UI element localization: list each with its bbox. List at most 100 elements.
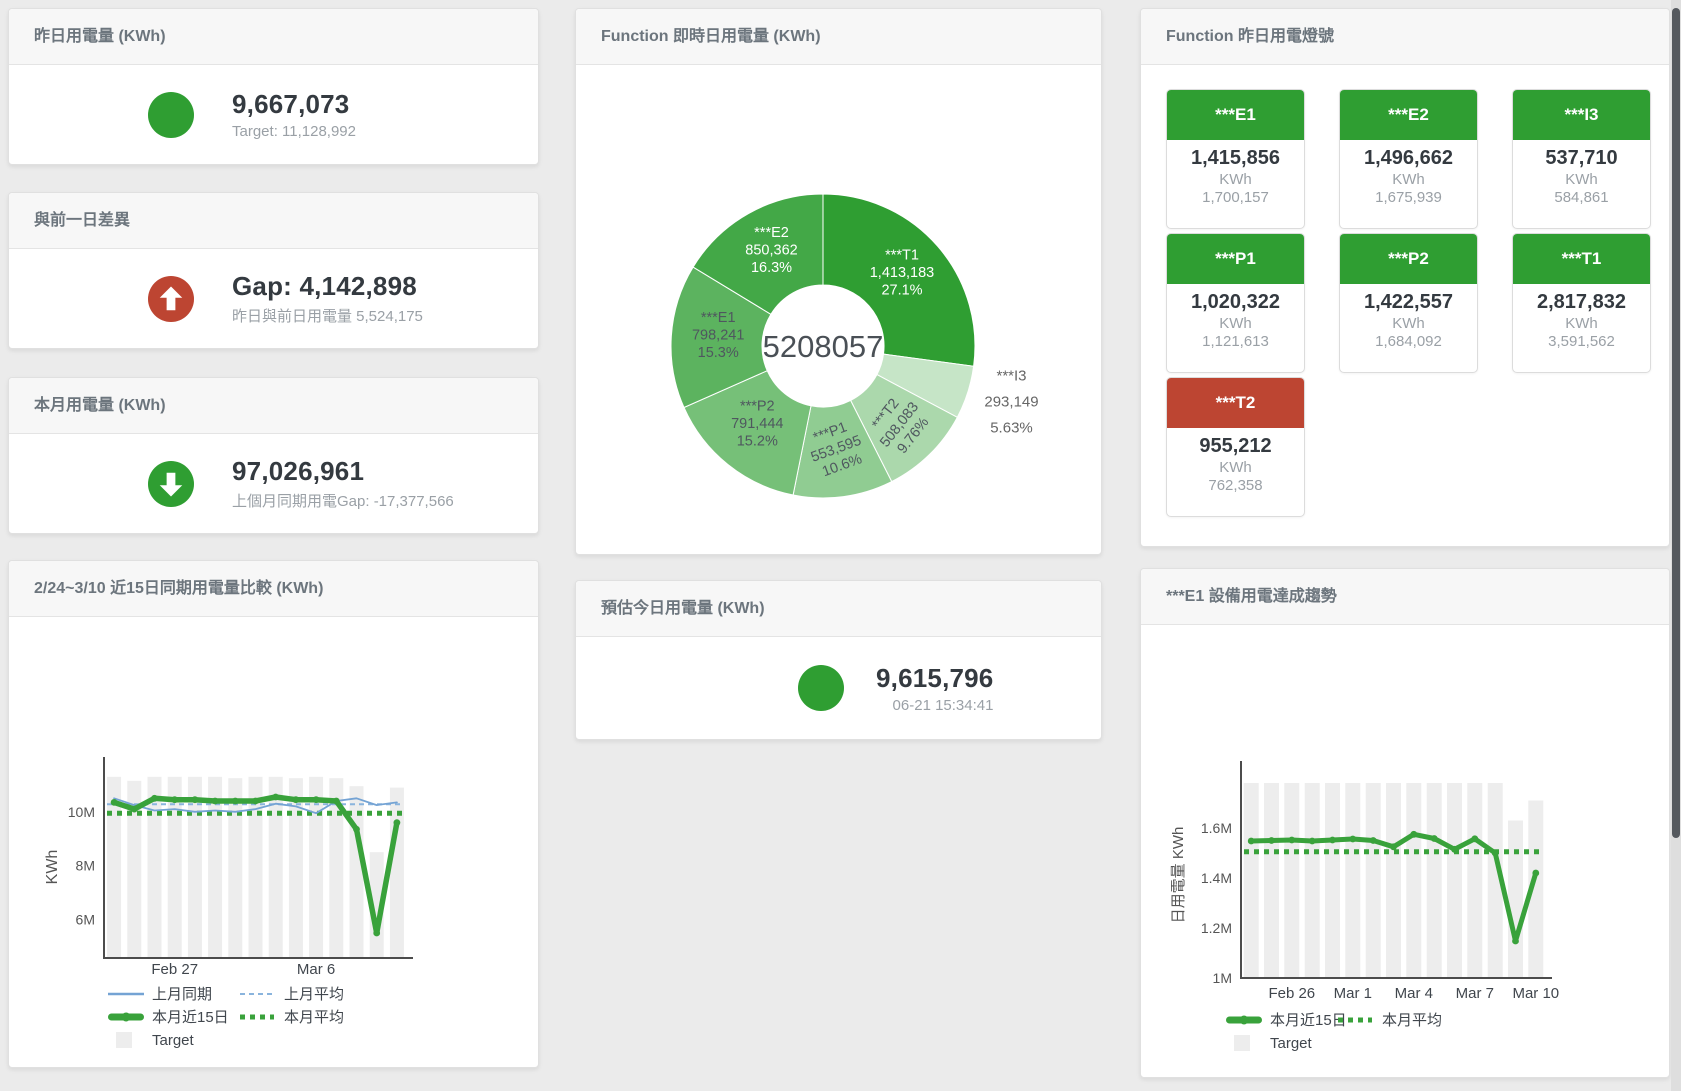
light-tile-target: 1,121,613 xyxy=(1167,333,1304,350)
light-tile-target: 584,861 xyxy=(1513,189,1650,206)
scrollbar-thumb[interactable] xyxy=(1672,8,1680,838)
light-tile-target: 3,591,562 xyxy=(1513,333,1650,350)
data-point xyxy=(1492,850,1499,857)
legend-item[interactable]: 本月平均 xyxy=(240,1009,344,1026)
x-tick: Mar 1 xyxy=(1334,985,1372,1002)
stat-yesterday: 9,667,073 Target: 11,128,992 xyxy=(9,65,538,164)
dashboard: 昨日用電量 (KWh) 9,667,073 Target: 11,128,992… xyxy=(0,0,1681,1091)
target-bar xyxy=(1345,783,1360,978)
legend-item[interactable]: 上月平均 xyxy=(240,986,344,1003)
arrow-up-icon xyxy=(148,276,194,322)
light-tile-target: 1,675,939 xyxy=(1340,189,1477,206)
e1-trend-chart: 1M1.2M1.4M1.6MFeb 26Mar 1Mar 4Mar 7Mar 1… xyxy=(1141,625,1667,1076)
stat-day-gap: Gap: 4,142,898 昨日與前日用電量 5,524,175 xyxy=(9,249,538,348)
y-axis-label: KWh xyxy=(44,850,61,885)
data-point xyxy=(1329,837,1336,844)
data-point xyxy=(212,798,219,805)
svg-text:上月平均: 上月平均 xyxy=(284,986,344,1003)
legend-item[interactable]: 本月平均 xyxy=(1338,1012,1442,1029)
light-tile-name: ***T2 xyxy=(1167,378,1304,428)
data-point xyxy=(353,826,360,833)
legend-item[interactable]: 本月近15日 xyxy=(108,1009,229,1026)
stat-subtitle: 上個月同期用電Gap: -17,377,566 xyxy=(232,490,454,511)
status-circle-icon xyxy=(148,92,194,138)
data-point xyxy=(272,794,279,801)
panel-realtime-donut: Function 即時日用電量 (KWh) 5208057 ***T11,413… xyxy=(575,8,1102,555)
light-tile-unit: KWh xyxy=(1340,171,1477,188)
data-point xyxy=(313,796,320,803)
compare-15day-chart: 6M8M10MFeb 27Mar 6KWh上月同期上月平均本月近15日本月平均T… xyxy=(9,617,536,1066)
target-bar xyxy=(1427,783,1442,978)
x-tick: Mar 6 xyxy=(297,961,335,978)
data-point xyxy=(192,796,199,803)
light-tile-value: 1,422,557 xyxy=(1340,291,1477,314)
data-point xyxy=(1471,835,1478,842)
light-tile-value: 537,710 xyxy=(1513,147,1650,170)
data-point xyxy=(151,795,158,802)
realtime-usage-donut-chart: 5208057 ***T11,413,18327.1%***I3293,1495… xyxy=(576,65,1099,553)
data-point xyxy=(293,796,300,803)
svg-text:上月同期: 上月同期 xyxy=(152,986,212,1003)
light-tile-value: 1,020,322 xyxy=(1167,291,1304,314)
target-bar xyxy=(1284,783,1299,978)
light-tile-name: ***I3 xyxy=(1513,90,1650,140)
legend-item[interactable]: 本月近15日 xyxy=(1226,1012,1347,1029)
light-tile-unit: KWh xyxy=(1340,315,1477,332)
x-tick: Feb 27 xyxy=(151,961,198,978)
panel-e1-trend: ***E1 設備用電達成趨勢 1M1.2M1.4M1.6MFeb 26Mar 1… xyxy=(1140,568,1670,1078)
light-tile-target: 1,700,157 xyxy=(1167,189,1304,206)
legend-item[interactable]: Target xyxy=(116,1032,195,1049)
x-tick: Mar 7 xyxy=(1456,985,1494,1002)
panel-day-gap: 與前一日差異 Gap: 4,142,898 昨日與前日用電量 5,524,175 xyxy=(8,192,539,349)
scrollbar-track[interactable] xyxy=(1671,0,1681,1091)
x-tick: Mar 10 xyxy=(1512,985,1559,1002)
svg-text:Target: Target xyxy=(152,1032,195,1049)
x-tick: Mar 4 xyxy=(1395,985,1433,1002)
data-point xyxy=(1288,837,1295,844)
data-point xyxy=(394,819,401,826)
panel-yesterday-usage: 昨日用電量 (KWh) 9,667,073 Target: 11,128,992 xyxy=(8,8,539,165)
data-point xyxy=(252,798,259,805)
y-axis-label: 日用電量 KWh xyxy=(1170,827,1187,924)
svg-text:本月近15日: 本月近15日 xyxy=(152,1009,229,1026)
stat-subtitle: 昨日與前日用電量 5,524,175 xyxy=(232,305,423,326)
x-tick: Feb 26 xyxy=(1268,985,1315,1002)
light-tile-unit: KWh xyxy=(1167,171,1304,188)
y-tick: 1.4M xyxy=(1201,870,1232,886)
light-tile-value: 1,496,662 xyxy=(1340,147,1477,170)
data-point xyxy=(373,930,380,937)
data-point xyxy=(1390,843,1397,850)
light-tile-name: ***P2 xyxy=(1340,234,1477,284)
panel-title: 本月用電量 (KWh) xyxy=(9,378,538,434)
light-tile-t2: ***T2955,212KWh762,358 xyxy=(1166,377,1305,517)
target-bar xyxy=(1447,783,1462,978)
target-bar xyxy=(1386,783,1401,978)
svg-text:Target: Target xyxy=(1270,1035,1313,1052)
data-point xyxy=(1248,838,1255,845)
target-bar xyxy=(1406,783,1421,978)
target-bar xyxy=(1244,783,1259,978)
data-point xyxy=(1512,938,1519,945)
legend-item[interactable]: 上月同期 xyxy=(108,986,212,1003)
light-tile-target: 762,358 xyxy=(1167,477,1304,494)
data-point xyxy=(171,796,178,803)
light-tile-name: ***T1 xyxy=(1513,234,1650,284)
data-point xyxy=(1451,846,1458,853)
light-tile-e1: ***E11,415,856KWh1,700,157 xyxy=(1166,89,1305,229)
stat-value: 97,026,961 xyxy=(232,456,454,487)
data-point xyxy=(1370,837,1377,844)
data-point xyxy=(1532,870,1539,877)
panel-title: 預估今日用電量 (KWh) xyxy=(576,581,1101,637)
donut-label: ***I3293,1495.63% xyxy=(984,368,1038,437)
y-tick: 8M xyxy=(76,858,95,874)
svg-text:本月平均: 本月平均 xyxy=(284,1009,344,1026)
light-tile-target: 1,684,092 xyxy=(1340,333,1477,350)
panel-compare-chart: 2/24~3/10 近15日同期用電量比較 (KWh) 6M8M10MFeb 2… xyxy=(8,560,539,1068)
light-tile-t1: ***T12,817,832KWh3,591,562 xyxy=(1512,233,1651,373)
light-tile-i3: ***I3 537,710KWh584,861 xyxy=(1512,89,1651,229)
light-tile-unit: KWh xyxy=(1513,171,1650,188)
data-point xyxy=(333,798,340,805)
legend-item[interactable]: Target xyxy=(1234,1035,1313,1052)
light-tile-value: 1,415,856 xyxy=(1167,147,1304,170)
light-tile-name: ***E2 xyxy=(1340,90,1477,140)
